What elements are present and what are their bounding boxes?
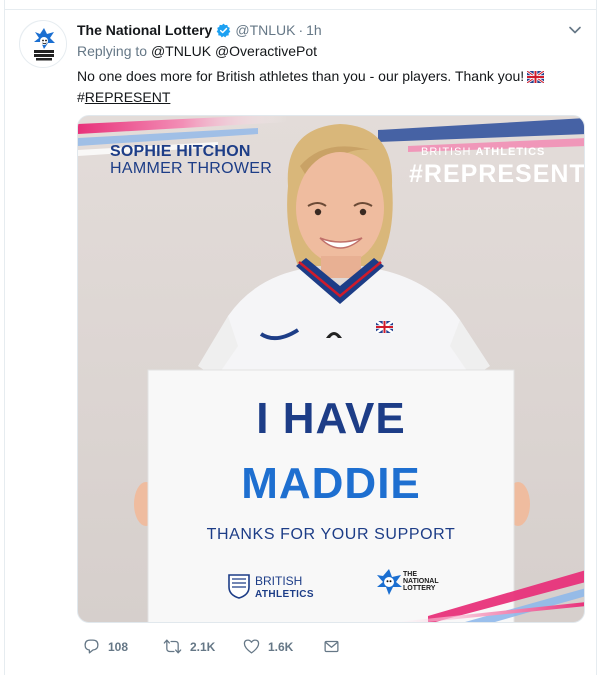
user-handle[interactable]: @TNLUK — [235, 22, 295, 38]
retweet-count: 2.1K — [190, 639, 216, 654]
mention-link[interactable]: @TNLUK — [151, 43, 211, 59]
hashtag-link[interactable]: #REPRESENT — [77, 89, 170, 105]
replying-to: Replying to @TNLUK @OveractivePot — [77, 43, 317, 59]
brand-name: BRITISH ATHLETICS — [421, 146, 545, 158]
uk-flag-icon — [376, 321, 393, 333]
logo-text: BRITISH — [255, 574, 303, 588]
board-name: MADDIE — [78, 459, 584, 509]
heart-icon — [243, 639, 260, 654]
retweet-icon — [163, 639, 182, 654]
athlete-name: SOPHIE HITCHON — [110, 143, 251, 160]
brand-bold: ATHLETICS — [475, 146, 546, 158]
board-text: MADDIE — [241, 459, 421, 508]
divider — [5, 9, 596, 10]
separator-dot: · — [298, 22, 304, 38]
like-count: 1.6K — [268, 639, 294, 654]
reply-icon — [84, 639, 99, 654]
reply-button[interactable]: 108 — [83, 638, 128, 655]
logo-text: NATIONAL — [403, 578, 439, 585]
mention-link[interactable]: @OveractivePot — [215, 43, 317, 59]
board-text: THANKS FOR YOUR SUPPORT — [206, 526, 456, 543]
tweet-text: No one does more for British athletes th… — [77, 66, 587, 108]
brand-hashtag: #REPRESENT — [409, 160, 585, 188]
board-text: I HAVE — [256, 394, 406, 443]
logo-text: LOTTERY — [403, 585, 436, 592]
athlete-photo — [78, 116, 584, 622]
hashtag-symbol: # — [77, 89, 85, 105]
national-lottery-crossed-fingers-icon — [377, 569, 402, 595]
hashtag-word: REPRESENT — [84, 89, 171, 105]
display-name[interactable]: The National Lottery — [77, 22, 212, 38]
like-button[interactable]: 1.6K — [243, 638, 293, 655]
tweet-image[interactable]: SOPHIE HITCHON HAMMER THROWER BRITISH AT… — [77, 115, 585, 623]
tweet[interactable]: The National Lottery @TNLUK · 1h Replyin… — [4, 0, 597, 675]
reply-count: 108 — [108, 639, 129, 654]
uk-flag-icon — [527, 71, 545, 83]
avatar[interactable] — [19, 20, 67, 68]
board-thanks: THANKS FOR YOUR SUPPORT — [78, 526, 584, 544]
british-athletics-logo: BRITISH ATHLETICS — [255, 575, 314, 601]
logo-text: ATHLETICS — [255, 589, 314, 600]
logo-text: THE — [403, 571, 417, 578]
envelope-icon — [324, 640, 339, 653]
athlete-role: HAMMER THROWER — [110, 160, 273, 177]
direct-message-button[interactable] — [323, 638, 340, 655]
retweet-button[interactable]: 2.1K — [163, 638, 215, 655]
verified-badge-icon — [217, 23, 231, 37]
tweet-body: No one does more for British athletes th… — [77, 68, 525, 84]
timestamp[interactable]: 1h — [306, 22, 322, 38]
board-headline: I HAVE — [78, 394, 584, 444]
chevron-down-icon[interactable] — [567, 22, 583, 38]
brand-prefix: BRITISH — [421, 146, 476, 158]
british-athletics-crest-icon — [228, 574, 250, 599]
national-lottery-logo-icon — [20, 21, 66, 67]
national-lottery-logo: THE NATIONAL LOTTERY — [403, 571, 439, 592]
tweet-header: The National Lottery @TNLUK · 1h — [77, 20, 322, 40]
replying-to-label: Replying to — [77, 43, 148, 59]
